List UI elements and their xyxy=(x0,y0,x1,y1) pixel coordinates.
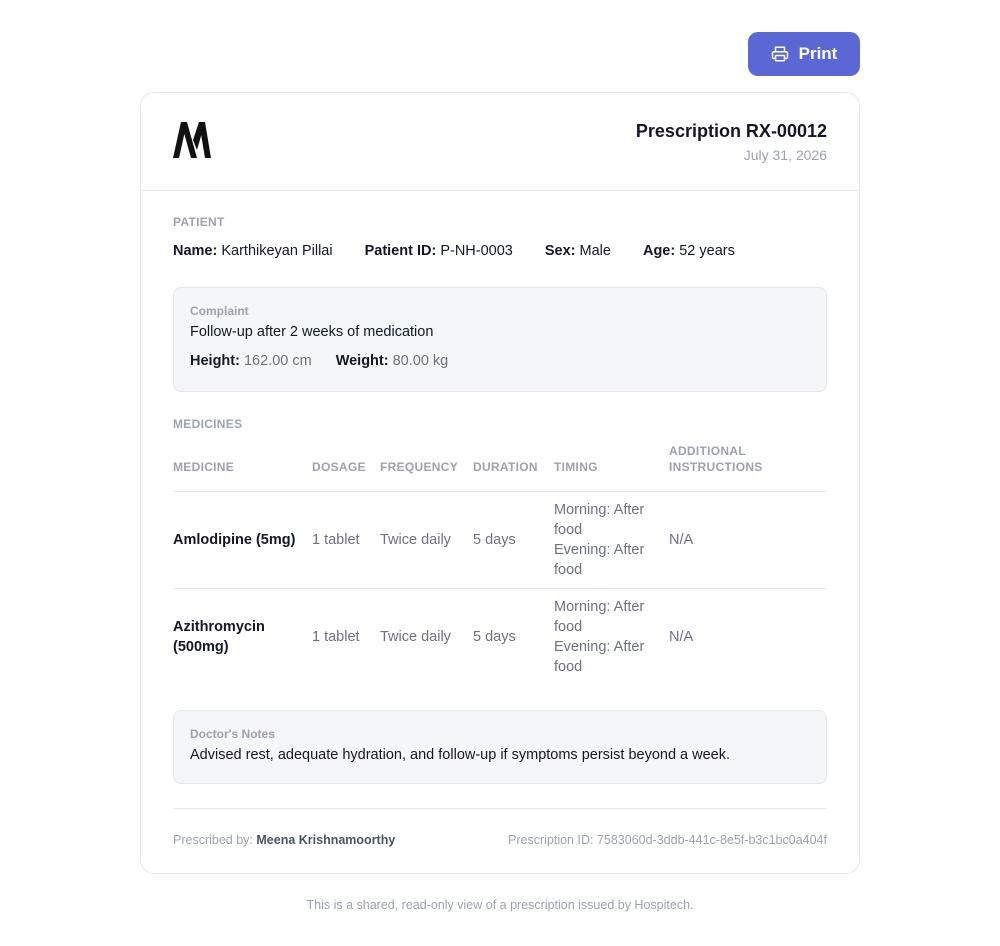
medicine-instructions: N/A xyxy=(669,491,827,589)
medicine-name: Amlodipine (5mg) xyxy=(173,491,312,589)
timing-line: Morning: After food xyxy=(554,599,645,635)
prescription-title: Prescription RX-00012 xyxy=(635,121,827,141)
medicine-duration: 5 days xyxy=(473,629,516,645)
hospital-logo: M xyxy=(173,122,211,158)
shared-view-disclaimer: This is a shared, read-only view of a pr… xyxy=(306,898,694,912)
prescribed-by: Prescribed by: Meena Krishnamoorthy xyxy=(173,833,396,847)
patient-sex: Sex: Male xyxy=(544,243,611,259)
column-header: DURATION xyxy=(473,443,554,492)
print-button-label: Print xyxy=(798,44,838,63)
complaint-panel: Complaint Follow-up after 2 weeks of med… xyxy=(173,287,827,392)
prescription-header: M Prescription RX-00012 July 31, 2026 xyxy=(141,93,859,191)
print-button[interactable]: Print xyxy=(748,32,860,76)
complaint-label: Complaint xyxy=(190,304,249,318)
table-row: Amlodipine (5mg) 1 tablet Twice daily 5 … xyxy=(173,491,827,589)
medicine-instructions: N/A xyxy=(669,629,694,645)
doctor-notes-label: Doctor's Notes xyxy=(190,727,275,741)
column-header: TIMING xyxy=(554,443,669,492)
prescription-id: Prescription ID: 7583060d-3ddb-441c-8e5f… xyxy=(508,833,827,847)
footer-divider xyxy=(173,808,827,809)
medicines-table: MEDICINE DOSAGE FREQUENCY DURATION TIMIN… xyxy=(173,443,827,685)
patient-info: Name: Karthikeyan Pillai Patient ID: P-N… xyxy=(173,243,735,259)
medicine-frequency: Twice daily xyxy=(380,629,451,645)
medicines-section-label: MEDICINES xyxy=(173,417,243,431)
medicine-dosage: 1 tablet xyxy=(312,491,380,589)
column-header: ADDITIONAL INSTRUCTIONS xyxy=(669,443,827,492)
medicine-frequency: Twice daily xyxy=(380,491,473,589)
medicine-name: Azithromycin (500mg) xyxy=(173,619,265,655)
timing-line: Morning: After food xyxy=(554,502,645,538)
weight-value: Weight: 80.00 kg xyxy=(335,353,449,369)
doctor-name: Meena Krishnamoorthy xyxy=(256,833,396,847)
printer-icon xyxy=(771,46,788,62)
timing-line: Evening: After food xyxy=(554,542,645,578)
column-header: DOSAGE xyxy=(312,443,380,492)
height-value: Height: 162.00 cm xyxy=(190,353,312,369)
medicine-duration: 5 days xyxy=(473,491,554,589)
table-header-row: MEDICINE DOSAGE FREQUENCY DURATION TIMIN… xyxy=(173,443,827,492)
vitals-row: Height: 162.00 cm Weight: 80.00 kg xyxy=(190,353,810,369)
prescription-card: M Prescription RX-00012 July 31, 2026 PA… xyxy=(140,92,860,874)
medicine-timing: Morning: After food Evening: After food xyxy=(554,491,669,589)
patient-age: Age: 52 years xyxy=(642,243,735,259)
patient-name: Name: Karthikeyan Pillai xyxy=(173,243,333,259)
table-row: Azithromycin (500mg) 1 tablet Twice dail… xyxy=(173,589,827,686)
timing-line: Evening: After food xyxy=(554,639,645,675)
doctor-notes-panel: Doctor's Notes Advised rest, adequate hy… xyxy=(173,710,827,784)
prescription-date: July 31, 2026 xyxy=(743,147,827,163)
medicine-dosage: 1 tablet xyxy=(312,629,360,645)
medicine-timing: Morning: After food Evening: After food xyxy=(554,589,669,686)
patient-section-label: PATIENT xyxy=(173,215,225,229)
doctor-notes-text: Advised rest, adequate hydration, and fo… xyxy=(190,747,731,763)
column-header: MEDICINE xyxy=(173,443,312,492)
column-header: FREQUENCY xyxy=(380,443,473,492)
complaint-text: Follow-up after 2 weeks of medication xyxy=(190,324,434,340)
patient-id: Patient ID: P-NH-0003 xyxy=(364,243,513,259)
